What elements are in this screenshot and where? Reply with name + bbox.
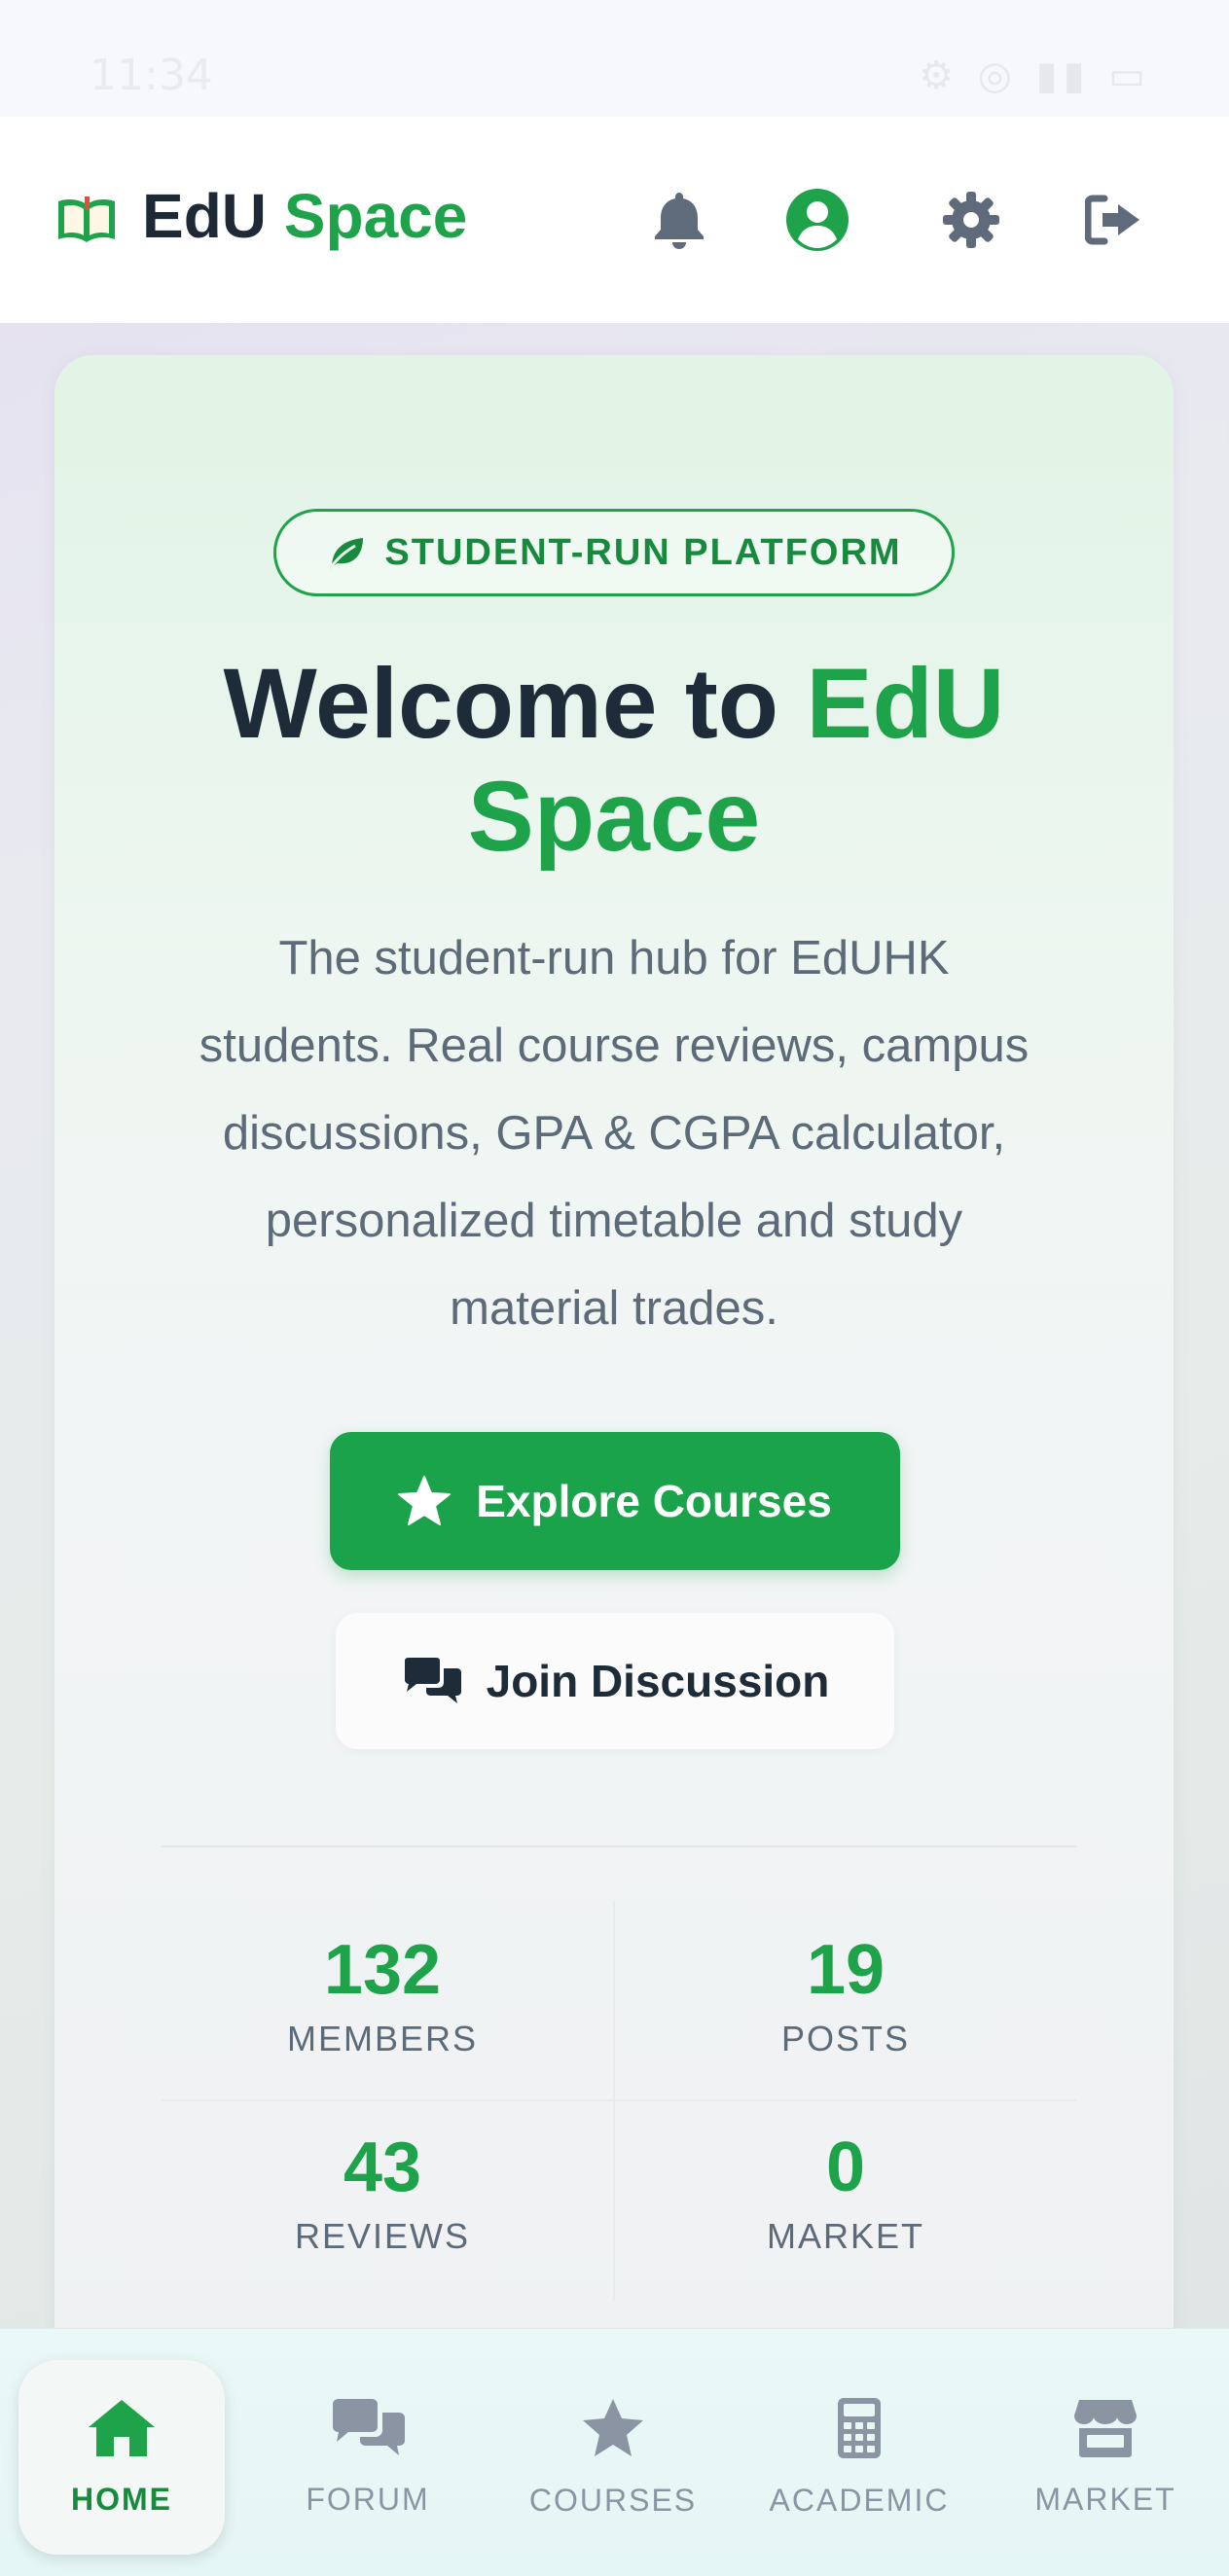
gear-icon [943,192,999,248]
stat-posts: 19 POSTS [622,1931,1069,2059]
user-circle-icon [786,189,849,251]
star-icon [398,1476,452,1525]
hero-card: STUDENT-RUN PLATFORM Welcome to EdU Spac… [54,355,1174,2398]
nav-item-forum[interactable]: FORUM [265,2360,471,2555]
nav-label: COURSES [528,2482,698,2518]
calculator-icon [838,2397,881,2458]
stat-value: 19 [806,1931,886,2009]
star-icon [583,2398,643,2456]
home-icon [89,2399,155,2456]
logo-primary: EdU [142,181,267,251]
stat-reviews: 43 REVIEWS [159,2129,606,2257]
stat-label: REVIEWS [294,2216,471,2256]
app-logo-text[interactable]: EdU Space [142,180,467,252]
nav-label: HOME [71,2481,172,2517]
nav-label: ACADEMIC [769,2482,950,2518]
stat-market: 0 MARKET [622,2129,1069,2257]
nav-label: FORUM [306,2481,430,2517]
stat-value: 0 [825,2129,866,2206]
comments-icon [404,1658,461,1703]
nav-item-home[interactable]: HOME [18,2360,225,2555]
stats-divider [162,1845,1076,1847]
stat-value: 43 [343,2129,422,2206]
nav-item-market[interactable]: MARKET [1002,2360,1209,2555]
explore-courses-button[interactable]: Explore Courses [330,1432,900,1570]
stats-horizontal-divider [162,2099,1076,2101]
comments-icon [333,2398,405,2455]
title-accent-edu: EdU [806,648,1005,759]
explore-courses-label: Explore Courses [476,1476,832,1526]
join-discussion-button[interactable]: Join Discussion [336,1613,894,1749]
bottom-nav: HOME FORUM COURSES ACADEMIC MARKET [0,2328,1229,2576]
status-icons: ⚙ ◎ ▮▮ ▭ [919,54,1151,98]
stat-label: MEMBERS [286,2019,479,2058]
join-discussion-label: Join Discussion [486,1656,830,1706]
stat-members: 132 MEMBERS [159,1931,606,2059]
store-icon [1074,2399,1137,2457]
profile-button[interactable] [782,185,852,255]
title-primary: Welcome to [223,648,779,759]
logo-accent: Space [283,181,468,251]
stats-vertical-divider [613,1902,615,2301]
stat-value: 132 [323,1931,442,2009]
nav-item-academic[interactable]: ACADEMIC [756,2360,962,2555]
title-accent-space: Space [467,761,761,872]
notifications-button[interactable] [644,185,714,255]
app-header: EdU Space [0,117,1229,324]
settings-button[interactable] [936,185,1006,255]
book-icon [58,197,115,242]
platform-badge: STUDENT-RUN PLATFORM [273,509,955,596]
hero-description: The student-run hub for EdUHK students. … [199,932,1030,1335]
badge-label: STUDENT-RUN PLATFORM [384,531,902,573]
leaf-icon [329,538,364,569]
nav-item-courses[interactable]: COURSES [510,2360,716,2555]
stat-label: POSTS [780,2019,911,2058]
stat-label: MARKET [766,2216,924,2256]
bell-icon [655,193,704,249]
nav-label: MARKET [1034,2481,1176,2517]
logout-button[interactable] [1078,185,1148,255]
status-time: 11:34 [90,51,213,100]
logout-icon [1085,195,1139,245]
hero-title: Welcome to EdU Space [54,647,1174,873]
